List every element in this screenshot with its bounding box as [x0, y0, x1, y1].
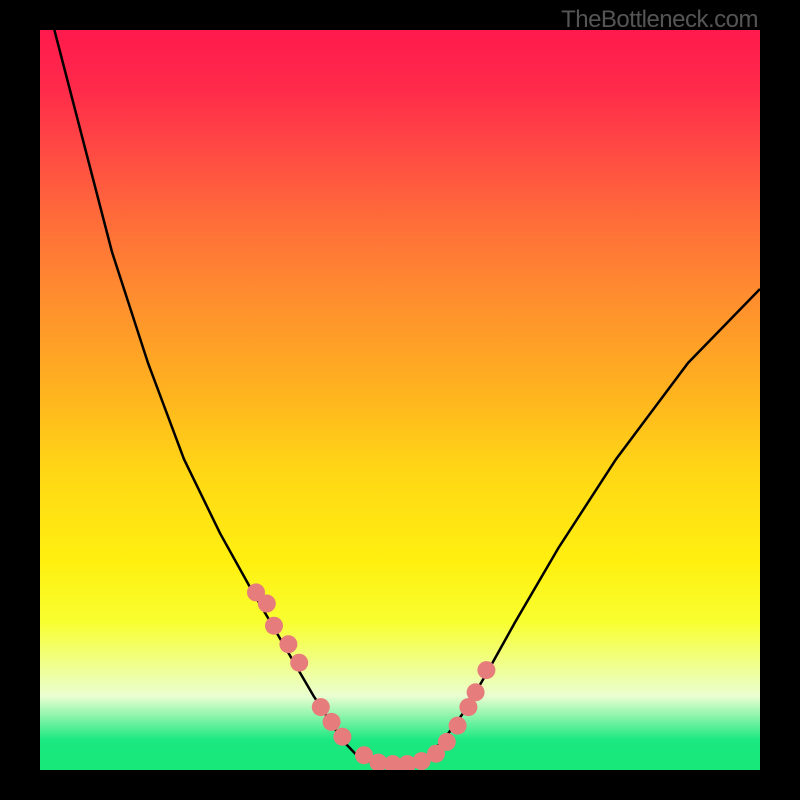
attribution-text: TheBottleneck.com [561, 6, 758, 34]
gpu-marker [467, 683, 485, 701]
curve-group [54, 30, 760, 766]
gpu-marker [265, 617, 283, 635]
gpu-marker [258, 595, 276, 613]
gpu-marker [477, 661, 495, 679]
gpu-marker [438, 733, 456, 751]
gpu-marker [312, 698, 330, 716]
chart-svg [40, 30, 760, 770]
marker-group [247, 583, 495, 770]
bottleneck-curve [54, 30, 760, 766]
gpu-marker [333, 728, 351, 746]
gpu-marker [323, 713, 341, 731]
gpu-marker [279, 635, 297, 653]
chart-container: TheBottleneck.com [0, 0, 800, 800]
gpu-marker [449, 717, 467, 735]
gpu-marker [290, 654, 308, 672]
